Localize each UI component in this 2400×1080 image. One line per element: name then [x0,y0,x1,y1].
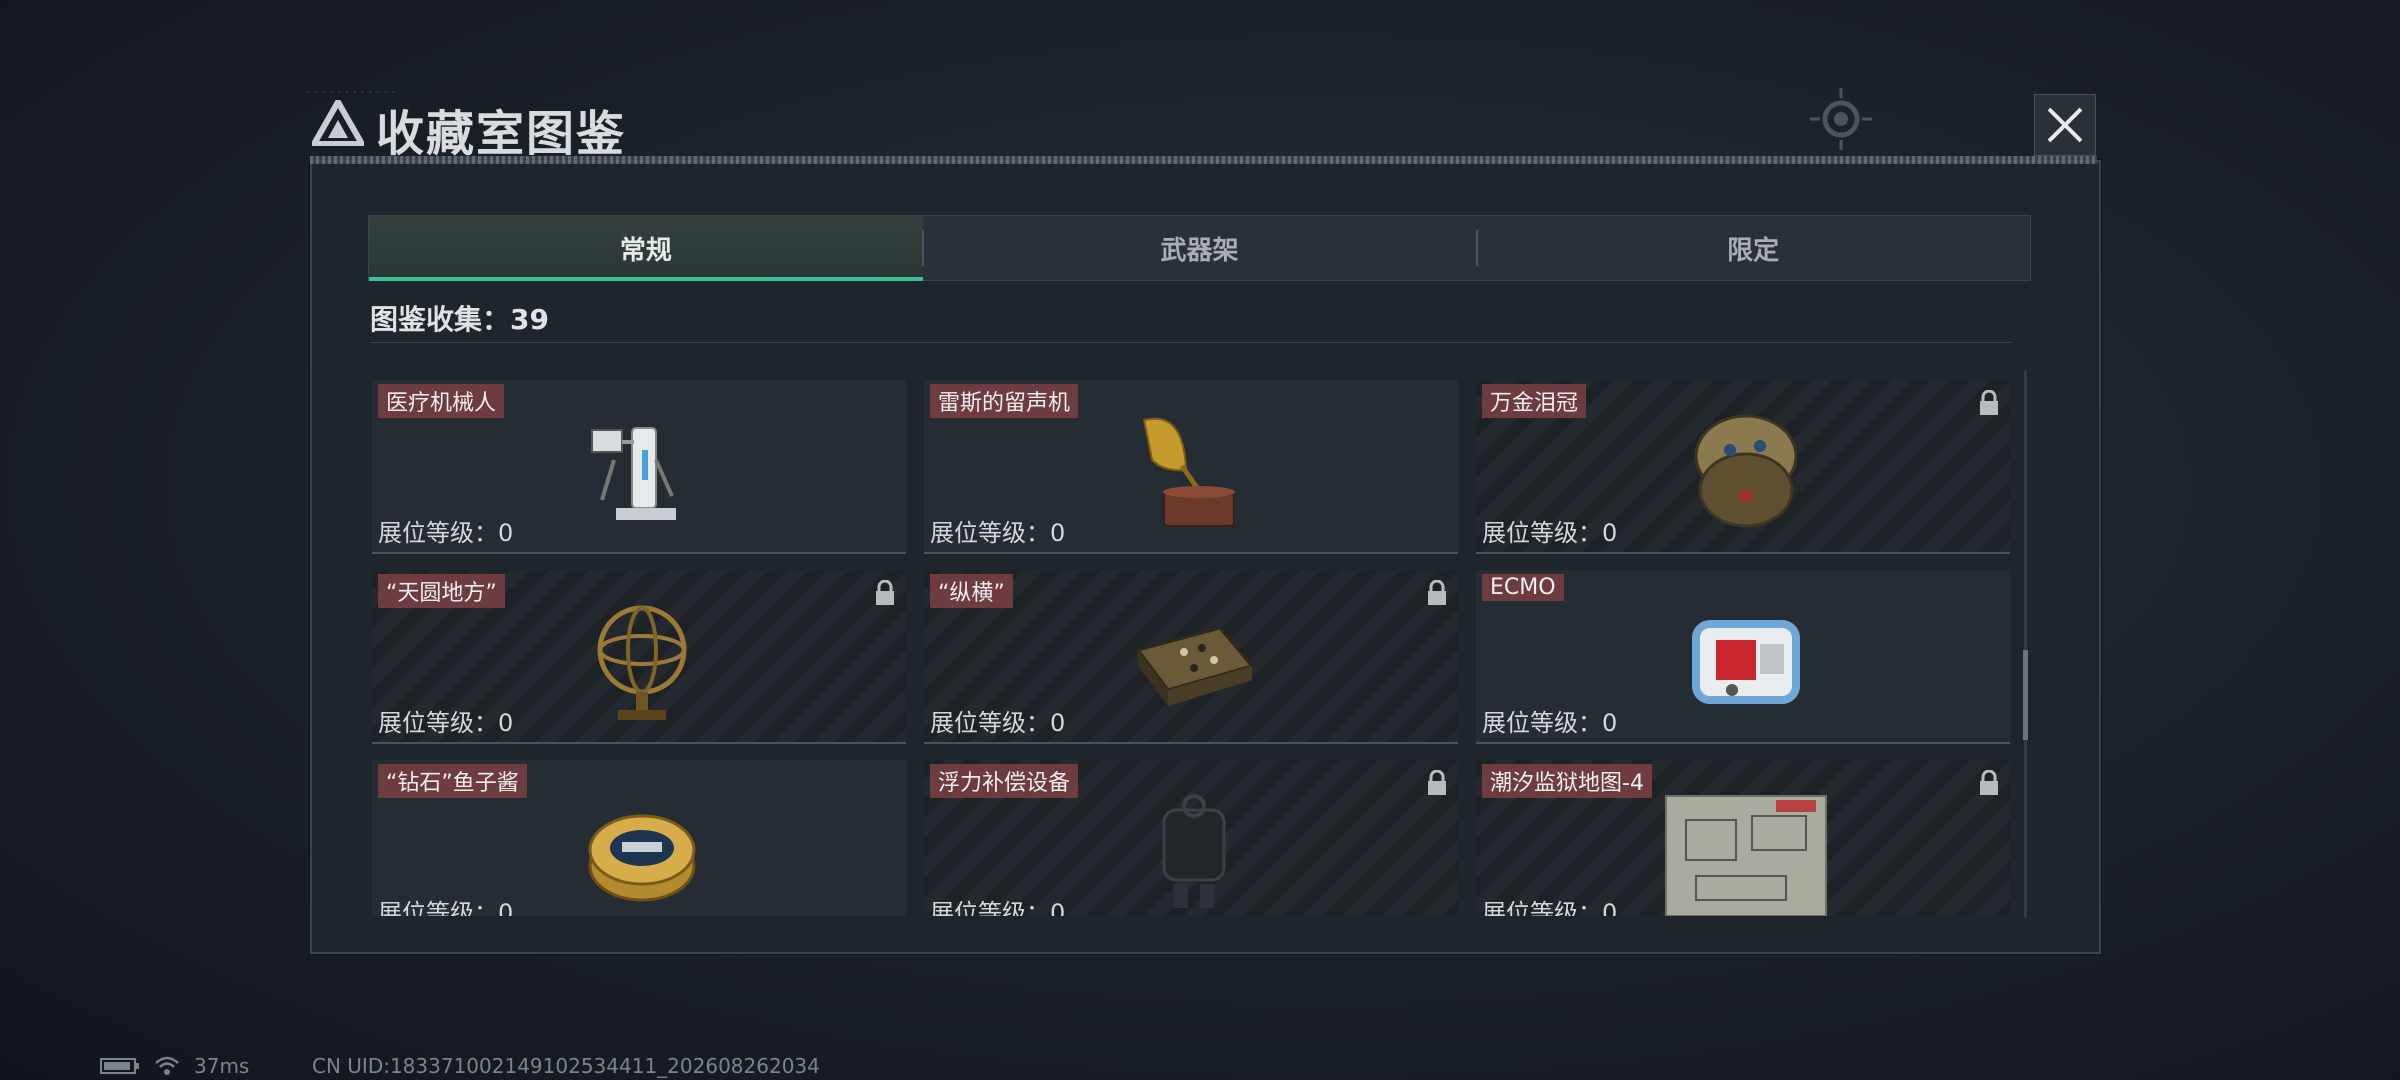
booth-level: 展位等级：0 [930,519,1066,547]
item-name: 浮力补偿设备 [930,764,1079,798]
booth-level: 展位等级：0 [930,709,1066,737]
caviar-tin-icon [588,814,696,902]
jeweled-egg-icon [1694,414,1798,528]
status-bar: 37ms [100,1054,249,1078]
tab-separator [1476,230,1478,266]
item-name: “钻石”鱼子酱 [378,764,527,798]
item-card[interactable]: 浮力补偿设备 展位等级：0 [924,760,1458,916]
divider [370,342,2012,343]
booth-level: 展位等级：0 [378,519,514,547]
battery-icon [100,1058,139,1074]
booth-level: 展位等级：0 [1482,519,1618,547]
item-card[interactable]: “钻石”鱼子酱 展位等级：0 [372,760,906,916]
prison-map-icon [1665,795,1827,916]
close-button[interactable] [2034,94,2096,156]
lock-icon [1980,390,1998,415]
item-card[interactable]: 万金泪冠 展位等级：0 [1476,380,2010,554]
booth-level: 展位等级：0 [378,709,514,737]
tab-bar: 常规 武器架 限定 [368,215,2031,281]
ping-text: 37ms [194,1054,250,1078]
item-name: 万金泪冠 [1482,384,1587,418]
booth-level: 展位等级：0 [378,899,514,916]
armillary-sphere-icon [597,605,687,720]
lock-icon [876,580,894,605]
tab-label: 常规 [619,235,672,266]
medical-robot-icon [591,427,676,520]
wifi-icon [155,1056,179,1075]
buoyancy-device-icon [1162,794,1226,908]
collection-count: 图鉴收集：39 [370,303,549,336]
tab-regular[interactable]: 常规 [369,216,923,281]
tab-label: 限定 [1727,235,1780,266]
item-name: 雷斯的留声机 [930,384,1079,418]
tab-weapon-rack[interactable]: 武器架 [923,216,1477,280]
item-name: “天圆地方” [378,574,505,608]
item-name: “纵横” [930,574,1013,608]
lock-icon [1428,580,1446,605]
booth-level: 展位等级：0 [1482,899,1618,916]
lock-icon [1428,770,1446,795]
item-card[interactable]: 潮汐监狱地图-4 展位等级：0 [1476,760,2010,916]
booth-level: 展位等级：0 [930,899,1066,916]
item-card[interactable]: “纵横” 展位等级：0 [924,570,1458,744]
close-icon [2047,107,2083,143]
lock-icon [1980,770,1998,795]
item-name: 医疗机械人 [378,384,505,418]
gramophone-icon [1142,417,1235,527]
tab-limited[interactable]: 限定 [1476,216,2030,280]
tab-separator [922,230,924,266]
ecmo-machine-icon [1692,620,1800,704]
target-icon[interactable] [1806,84,1876,154]
chess-board-icon [1135,626,1255,706]
booth-level: 展位等级：0 [1482,709,1618,737]
item-name: ECMO [1482,574,1564,601]
item-name: 潮汐监狱地图-4 [1482,764,1652,798]
title-divider [310,156,2097,164]
item-card[interactable]: 医疗机械人 展位等级：0 [372,380,906,554]
item-card[interactable]: 雷斯的留声机 展位等级：0 [924,380,1458,554]
item-grid[interactable]: 医疗机械人 展位等级：0 雷斯的留声机 展位等级：0 万金泪冠 展位等级：0 “… [372,380,2010,916]
item-card[interactable]: ECMO 展位等级：0 [1476,570,2010,744]
tab-label: 武器架 [1160,235,1239,266]
uid-text: CN UID:18337100214910253441​1_2026082620… [312,1054,820,1078]
logo-triangle-icon [312,100,364,146]
scrollbar-thumb[interactable] [2023,650,2028,740]
scrollbar-track[interactable] [2024,370,2027,918]
item-card[interactable]: “天圆地方” 展位等级：0 [372,570,906,744]
window-title: 收藏室图鉴 [376,106,627,162]
